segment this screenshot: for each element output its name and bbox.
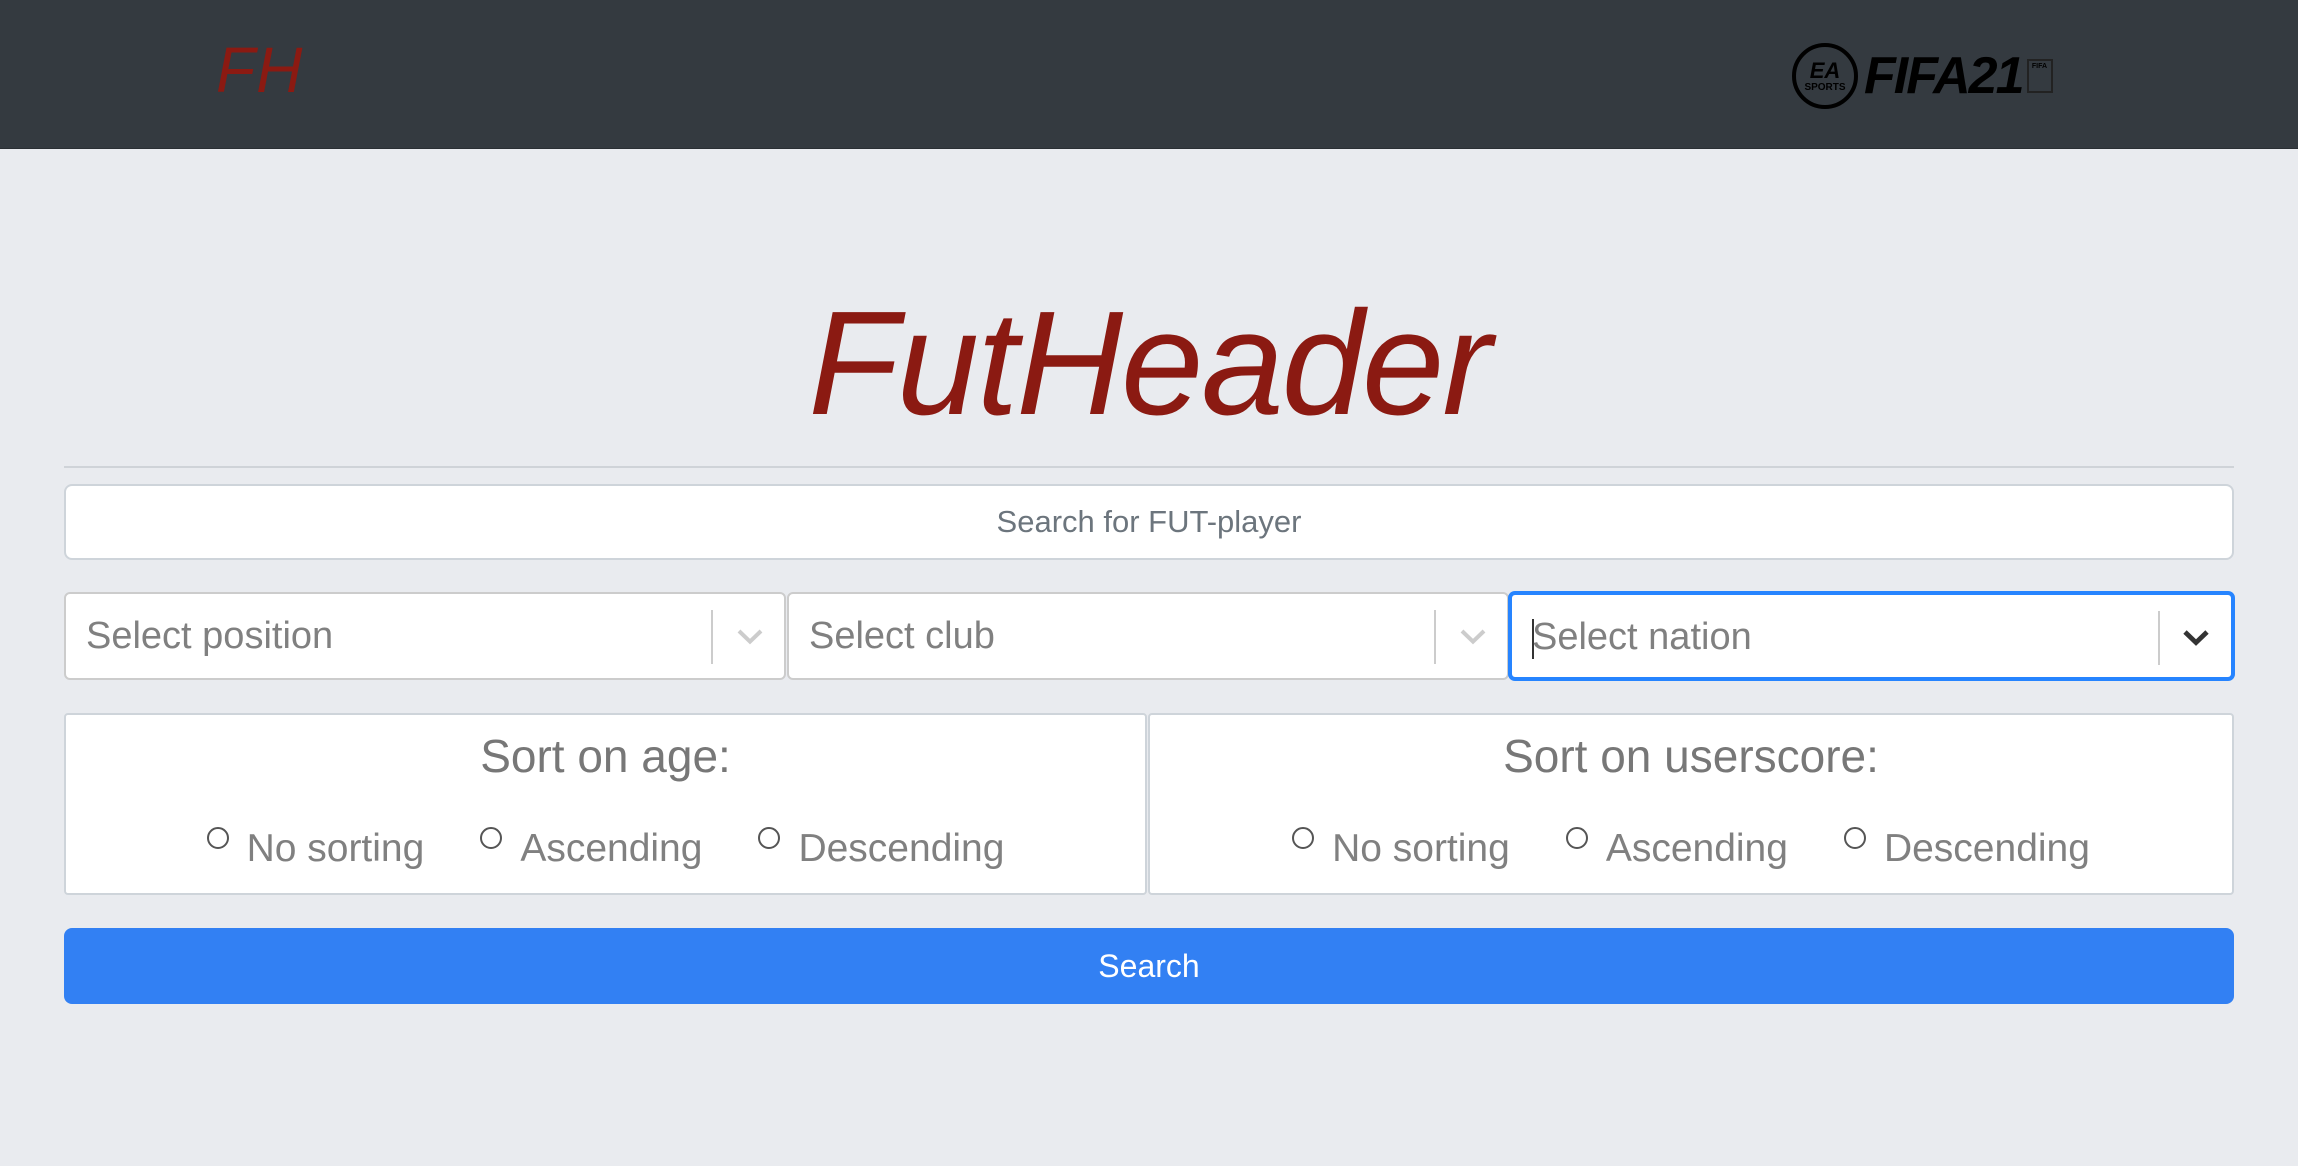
sort-age-descending[interactable]: Descending xyxy=(758,807,1004,868)
radio-unchecked-icon[interactable] xyxy=(480,827,503,849)
club-select-placeholder: Select club xyxy=(809,615,995,657)
nation-select[interactable]: Select nation xyxy=(1509,592,2234,680)
sort-age-no-sorting[interactable]: No sorting xyxy=(206,807,425,870)
club-select[interactable]: Select club xyxy=(787,592,1509,680)
radio-label: Ascending xyxy=(520,827,703,870)
indicator-separator xyxy=(2158,611,2160,665)
indicator-separator xyxy=(1434,610,1436,664)
sort-age-ascending[interactable]: Ascending xyxy=(480,807,702,868)
sort-userscore-options: No sorting Ascending Descending xyxy=(1150,807,2232,868)
sort-userscore-no-sorting[interactable]: No sorting xyxy=(1292,807,1510,868)
fifa-mini-text: FIFA xyxy=(2031,63,2048,70)
chevron-down-icon[interactable] xyxy=(1453,616,1493,656)
sports-text: SPORTS xyxy=(1804,81,1846,93)
sort-userscore-descending[interactable]: Descending xyxy=(1843,807,2090,870)
nation-select-placeholder: Select nation xyxy=(1532,616,1752,658)
sort-userscore-panel: Sort on userscore: No sorting Ascending … xyxy=(1148,713,2234,895)
radio-unchecked-icon[interactable] xyxy=(1843,827,1866,849)
sort-age-panel: Sort on age: No sorting Ascending Descen… xyxy=(64,713,1147,895)
radio-unchecked-icon[interactable] xyxy=(758,827,781,849)
navbar-brand[interactable]: FH xyxy=(216,38,303,102)
position-select-placeholder: Select position xyxy=(86,615,334,657)
fifa21-logo: EA SPORTS FIFA21 FIFA xyxy=(1792,40,2053,112)
sort-userscore-ascending[interactable]: Ascending xyxy=(1565,807,1788,870)
radio-label: Descending xyxy=(1883,827,2090,870)
title-divider xyxy=(64,466,2234,468)
search-button[interactable]: Search xyxy=(64,928,2234,1004)
fifa-text: FIFA21 xyxy=(1864,47,2024,105)
chevron-down-icon[interactable] xyxy=(2176,617,2216,657)
sort-age-title: Sort on age: xyxy=(480,730,731,782)
radio-label: No sorting xyxy=(1332,827,1510,870)
sort-age-options: No sorting Ascending Descending xyxy=(66,807,1145,868)
radio-unchecked-icon[interactable] xyxy=(1292,827,1315,849)
ea-text: EA xyxy=(1809,57,1841,83)
indicator-separator xyxy=(711,610,713,664)
sort-userscore-title: Sort on userscore: xyxy=(1503,730,1879,782)
position-select[interactable]: Select position xyxy=(64,592,786,680)
page-title: FutHeader xyxy=(808,281,1491,446)
radio-label: Descending xyxy=(798,827,1005,870)
radio-label: No sorting xyxy=(246,827,425,870)
player-search-input[interactable] xyxy=(64,484,2234,560)
radio-label: Ascending xyxy=(1605,827,1788,870)
ea-sports-badge: EA SPORTS xyxy=(1792,43,1858,109)
radio-unchecked-icon[interactable] xyxy=(206,827,229,849)
fifa-mini-badge: FIFA xyxy=(2026,59,2053,93)
chevron-down-icon[interactable] xyxy=(730,616,770,656)
radio-unchecked-icon[interactable] xyxy=(1565,827,1588,849)
top-navbar: FH EA SPORTS FIFA21 FIFA xyxy=(0,0,2298,149)
